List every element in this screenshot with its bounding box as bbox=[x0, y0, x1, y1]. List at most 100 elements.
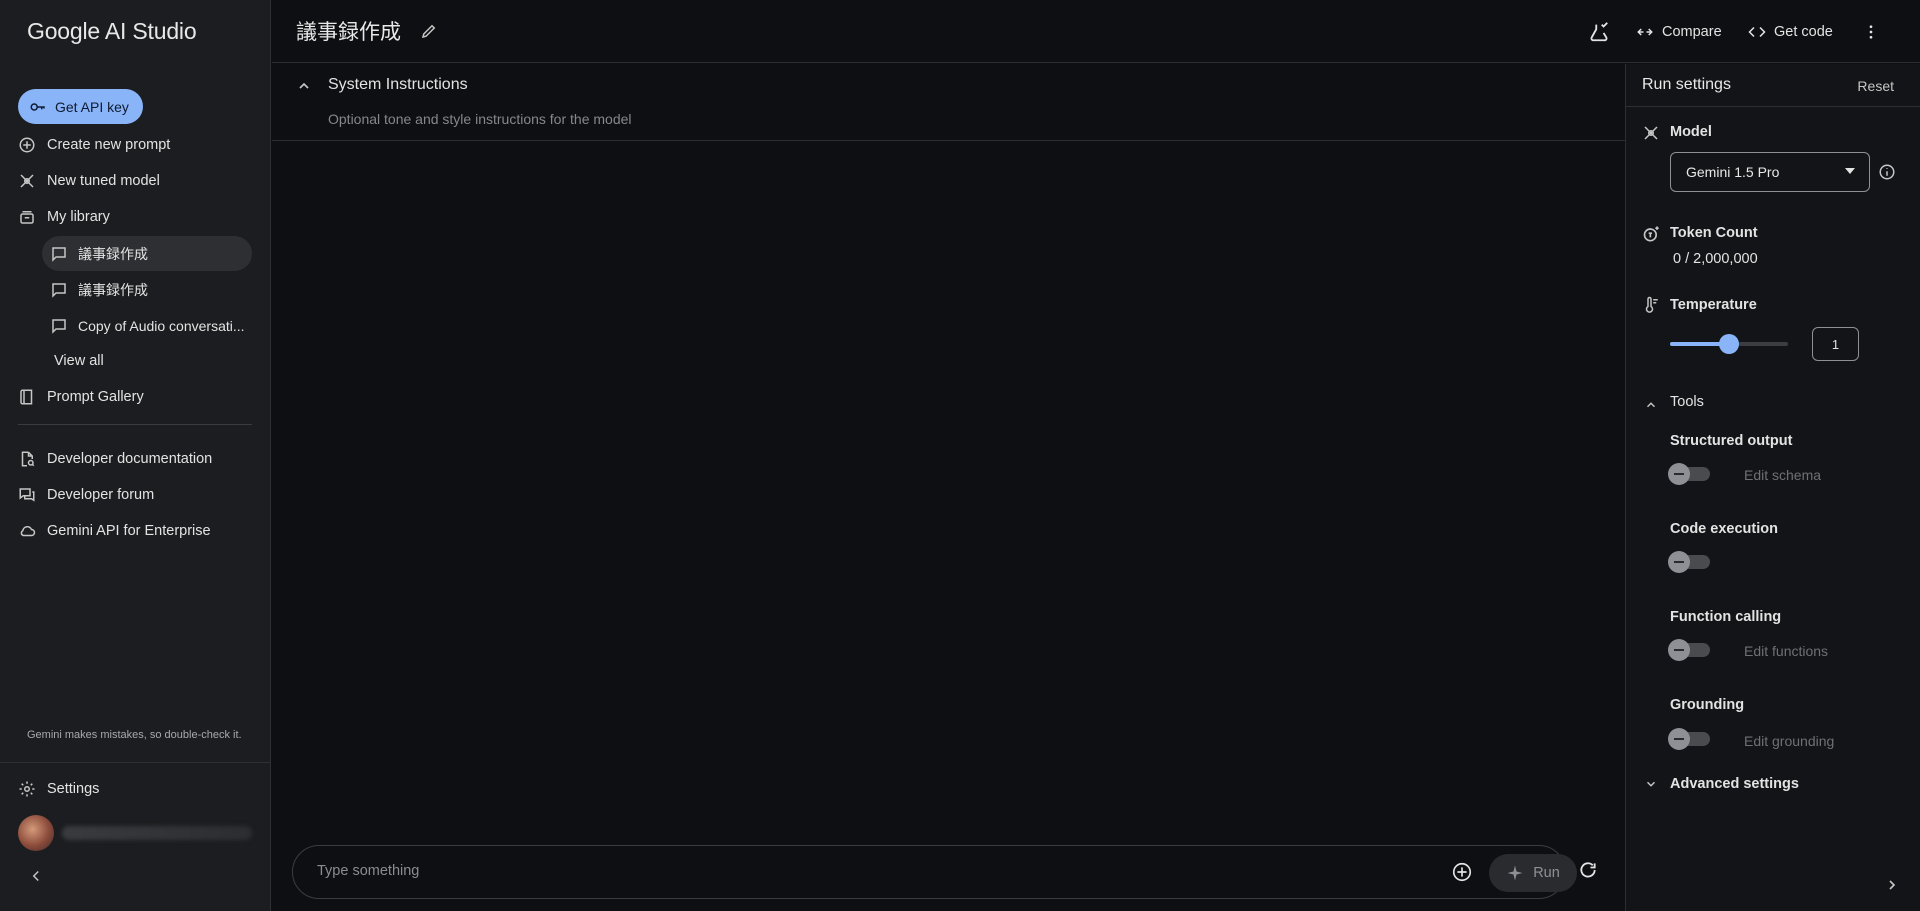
library-item-label: 議事録作成 bbox=[78, 245, 148, 262]
temperature-slider-thumb[interactable] bbox=[1719, 334, 1739, 354]
token-count-label: Token Count bbox=[1670, 225, 1758, 241]
account-name-redacted bbox=[62, 826, 252, 840]
tuned-model-icon bbox=[18, 172, 36, 190]
run-button[interactable]: Run bbox=[1489, 854, 1577, 892]
temperature-slider[interactable] bbox=[1670, 334, 1788, 354]
chat-bubble-icon bbox=[50, 245, 68, 263]
panel-divider bbox=[1626, 106, 1920, 107]
token-count-icon bbox=[1642, 224, 1662, 244]
chevron-up-icon[interactable] bbox=[1644, 398, 1658, 412]
developer-forum-label: Developer forum bbox=[47, 487, 155, 503]
book-icon bbox=[18, 388, 36, 406]
create-new-prompt-item[interactable]: Create new prompt bbox=[18, 129, 170, 161]
toggle-knob bbox=[1668, 728, 1690, 750]
doc-search-icon bbox=[18, 450, 36, 468]
structured-output-toggle[interactable] bbox=[1668, 463, 1710, 485]
chevron-down-icon[interactable] bbox=[1644, 777, 1658, 791]
token-count-value: 0 / 2,000,000 bbox=[1673, 251, 1758, 267]
edit-grounding-link[interactable]: Edit grounding bbox=[1744, 733, 1834, 749]
toggle-knob bbox=[1668, 463, 1690, 485]
collapse-sidebar-icon[interactable] bbox=[27, 867, 45, 885]
key-icon bbox=[29, 98, 47, 116]
library-item[interactable]: 議事録作成 bbox=[42, 236, 252, 271]
temperature-label: Temperature bbox=[1670, 297, 1757, 313]
view-all-link[interactable]: View all bbox=[54, 345, 104, 377]
my-library-label: My library bbox=[47, 209, 110, 225]
compare-button[interactable]: Compare bbox=[1636, 20, 1722, 44]
developer-documentation-item[interactable]: Developer documentation bbox=[18, 443, 212, 475]
structured-output-label: Structured output bbox=[1670, 433, 1793, 449]
chat-input-box: Type something Run bbox=[292, 845, 1577, 899]
run-settings-panel: Run settings Reset Model Gemini 1.5 Pro … bbox=[1625, 64, 1920, 911]
get-api-key-button[interactable]: Get API key bbox=[18, 89, 143, 124]
tuning-icon-button[interactable] bbox=[1588, 20, 1610, 44]
system-instructions-title[interactable]: System Instructions bbox=[328, 76, 468, 94]
reset-button[interactable]: Reset bbox=[1857, 78, 1894, 94]
get-api-key-label: Get API key bbox=[55, 98, 129, 115]
settings-label: Settings bbox=[47, 781, 100, 797]
grounding-label: Grounding bbox=[1670, 697, 1745, 713]
function-calling-label: Function calling bbox=[1670, 609, 1782, 625]
disclaimer-text: Gemini makes mistakes, so double-check i… bbox=[27, 729, 242, 741]
add-media-icon[interactable] bbox=[1451, 861, 1473, 883]
toggle-knob bbox=[1668, 551, 1690, 573]
edit-schema-link[interactable]: Edit schema bbox=[1744, 467, 1821, 483]
avatar[interactable] bbox=[18, 815, 54, 851]
function-calling-toggle[interactable] bbox=[1668, 639, 1710, 661]
tools-section-label[interactable]: Tools bbox=[1670, 394, 1704, 410]
sparkle-icon bbox=[1506, 864, 1524, 882]
create-new-prompt-label: Create new prompt bbox=[47, 137, 171, 153]
cloud-icon bbox=[18, 522, 36, 540]
chat-input[interactable]: Type something bbox=[317, 863, 419, 879]
get-code-button[interactable]: Get code bbox=[1748, 20, 1833, 44]
prompt-gallery-label: Prompt Gallery bbox=[47, 389, 144, 405]
run-label: Run bbox=[1533, 865, 1560, 881]
chevron-up-icon[interactable] bbox=[296, 78, 312, 94]
model-select[interactable]: Gemini 1.5 Pro bbox=[1670, 152, 1870, 192]
gemini-api-enterprise-item[interactable]: Gemini API for Enterprise bbox=[18, 515, 211, 547]
settings-item[interactable]: Settings bbox=[18, 773, 99, 805]
advanced-settings-label[interactable]: Advanced settings bbox=[1670, 776, 1799, 792]
library-icon bbox=[18, 208, 36, 226]
sidebar-bottom-divider bbox=[0, 762, 271, 763]
edit-title-icon[interactable] bbox=[420, 22, 438, 40]
developer-forum-item[interactable]: Developer forum bbox=[18, 479, 154, 511]
system-instructions-input[interactable]: Optional tone and style instructions for… bbox=[328, 111, 632, 127]
gemini-api-enterprise-label: Gemini API for Enterprise bbox=[47, 523, 211, 539]
chat-bubble-icon bbox=[50, 281, 68, 299]
more-options-button[interactable] bbox=[1862, 20, 1880, 44]
prompt-gallery-item[interactable]: Prompt Gallery bbox=[18, 381, 144, 413]
info-icon[interactable] bbox=[1878, 163, 1896, 181]
my-library-item[interactable]: My library bbox=[18, 201, 110, 233]
sidebar: Google AI Studio Get API key Create new … bbox=[0, 0, 271, 911]
toggle-knob bbox=[1668, 639, 1690, 661]
temperature-input[interactable]: 1 bbox=[1812, 327, 1859, 361]
grounding-toggle[interactable] bbox=[1668, 728, 1710, 750]
gear-icon bbox=[18, 780, 36, 798]
get-code-label: Get code bbox=[1774, 24, 1833, 40]
new-tuned-model-item[interactable]: New tuned model bbox=[18, 165, 160, 197]
model-icon bbox=[1642, 124, 1660, 142]
chevron-right-icon[interactable] bbox=[1884, 877, 1900, 893]
code-execution-toggle[interactable] bbox=[1668, 551, 1710, 573]
forum-icon bbox=[18, 486, 36, 504]
run-settings-title: Run settings bbox=[1642, 76, 1731, 93]
compare-icon bbox=[1636, 23, 1654, 41]
plus-circle-icon bbox=[18, 136, 36, 154]
code-execution-label: Code execution bbox=[1670, 521, 1778, 537]
sidebar-divider bbox=[18, 424, 252, 425]
thermometer-icon bbox=[1642, 296, 1660, 314]
prompt-title[interactable]: 議事録作成 bbox=[296, 16, 401, 46]
top-header: 議事録作成 Compare Get code bbox=[272, 0, 1920, 63]
library-item-label: 議事録作成 bbox=[78, 281, 148, 298]
system-instructions-section: System Instructions Optional tone and st… bbox=[272, 64, 1625, 141]
chat-bubble-icon bbox=[50, 317, 68, 335]
library-item[interactable]: 議事録作成 bbox=[42, 272, 252, 307]
refresh-icon[interactable] bbox=[1578, 860, 1598, 880]
edit-functions-link[interactable]: Edit functions bbox=[1744, 643, 1828, 659]
dropdown-arrow-icon bbox=[1845, 168, 1855, 174]
more-vert-icon bbox=[1862, 23, 1880, 41]
model-select-value: Gemini 1.5 Pro bbox=[1686, 164, 1780, 180]
app-logo[interactable]: Google AI Studio bbox=[27, 18, 197, 45]
library-item[interactable]: Copy of Audio conversati... bbox=[42, 308, 252, 343]
